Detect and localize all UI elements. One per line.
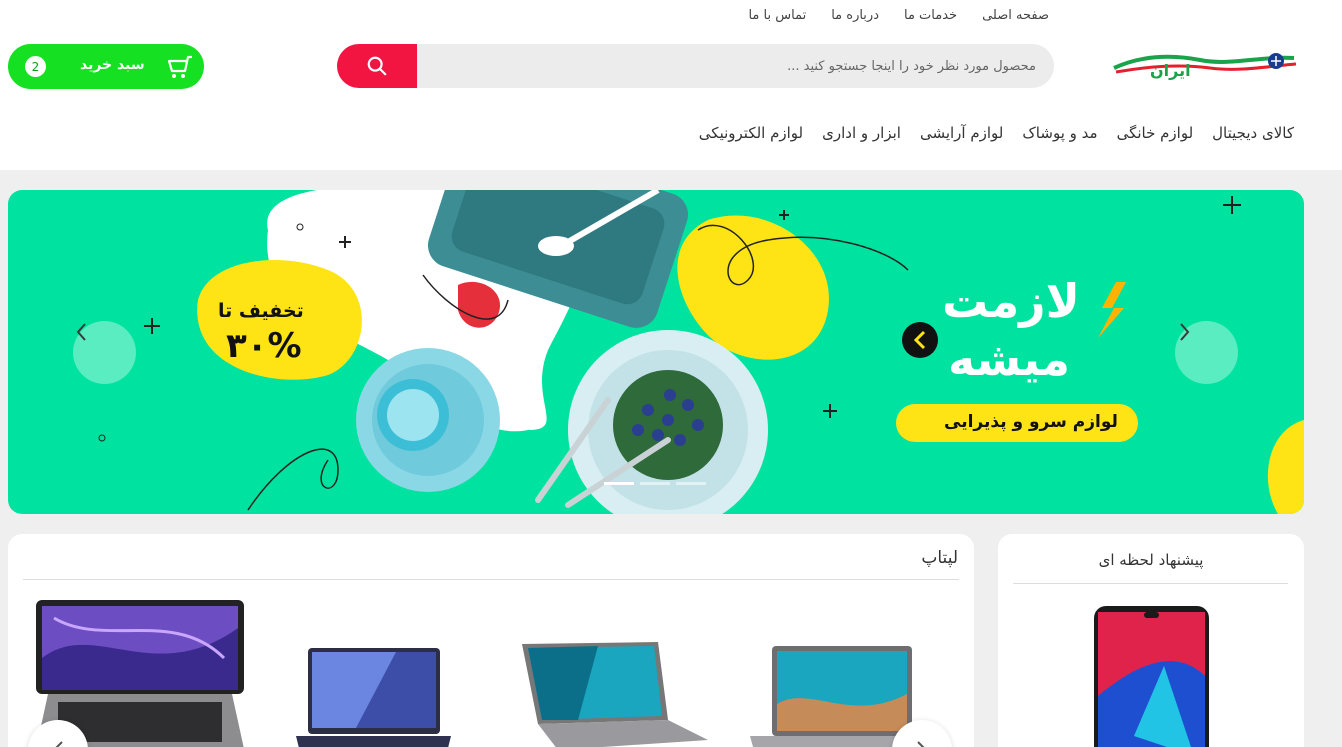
search-bar: [337, 44, 1054, 88]
slider-dots: [604, 482, 706, 485]
category-nav: کالای دیجیتال لوازم خانگی مد و پوشاک لوا…: [699, 124, 1294, 142]
search-button[interactable]: [337, 44, 417, 88]
top-link-services[interactable]: خدمات ما: [904, 8, 957, 23]
product-card[interactable]: [518, 640, 708, 747]
instant-offer-section: پیشنهاد لحظه ای: [998, 534, 1304, 747]
site-header: صفحه اصلی خدمات ما درباره ما تماس با ما …: [0, 0, 1342, 170]
divider: [1013, 583, 1288, 584]
chevron-left-icon: [76, 323, 86, 341]
banner-subtitle: لوازم سرو و پذیرایی: [944, 412, 1118, 432]
slider-dot[interactable]: [604, 482, 634, 485]
banner-illustration: [98, 190, 1304, 514]
divider: [23, 579, 959, 580]
top-links-nav: صفحه اصلی خدمات ما درباره ما تماس با ما: [748, 8, 1049, 23]
products-prev-button[interactable]: [28, 720, 88, 747]
site-logo[interactable]: ﺍﯾﺮﺍﻥ: [1110, 46, 1298, 86]
product-image: [1094, 606, 1209, 747]
product-image: [522, 642, 708, 747]
product-image: [296, 648, 451, 747]
section-title: پیشنهاد لحظه ای: [1098, 551, 1204, 569]
cart-count-badge: 2: [25, 56, 46, 77]
banner-headline-1: لازمت: [942, 274, 1080, 328]
slider-prev-button[interactable]: [73, 321, 136, 384]
top-link-about[interactable]: درباره ما: [831, 8, 879, 23]
category-cosmetics[interactable]: لوازم آرایشی: [920, 124, 1003, 142]
section-title: لپتاپ: [921, 548, 958, 568]
chevron-right-icon: [917, 741, 925, 747]
slider-next-button[interactable]: [1175, 321, 1238, 384]
product-card[interactable]: [296, 646, 451, 747]
hero-banner[interactable]: تخفیف تا ۳۰% لازمت میشه لوازم سرو و پذیر…: [8, 190, 1304, 514]
cart-label: سبد خرید: [80, 57, 145, 73]
chevron-left-icon: [55, 741, 63, 747]
svg-text:ﺍﯾﺮﺍﻥ: ﺍﯾﺮﺍﻥ: [1150, 61, 1191, 80]
discount-text-1: تخفیف تا: [218, 300, 304, 322]
laptop-section: لپتاپ: [8, 534, 974, 747]
chevron-right-icon: [1180, 323, 1190, 341]
banner-headline-2: میشه: [948, 332, 1070, 386]
category-electronics[interactable]: لوازم الکترونیکی: [699, 124, 803, 142]
category-fashion[interactable]: مد و پوشاک: [1022, 124, 1097, 142]
cart-icon: [167, 55, 192, 78]
discount-text-2: ۳۰%: [226, 326, 302, 366]
search-input[interactable]: [417, 44, 1054, 88]
search-icon: [367, 56, 387, 76]
offer-product-card[interactable]: [1094, 606, 1209, 747]
top-link-home[interactable]: صفحه اصلی: [982, 8, 1049, 23]
cart-button[interactable]: 2 سبد خرید: [8, 44, 204, 89]
products-next-button[interactable]: [892, 720, 952, 747]
category-office-tools[interactable]: ابزار و اداری: [822, 124, 901, 142]
slider-dot[interactable]: [676, 482, 706, 485]
category-digital[interactable]: کالای دیجیتال: [1212, 124, 1294, 142]
top-link-contact[interactable]: تماس با ما: [748, 8, 806, 23]
category-home-appliances[interactable]: لوازم خانگی: [1117, 124, 1194, 142]
slider-dot[interactable]: [640, 482, 670, 485]
